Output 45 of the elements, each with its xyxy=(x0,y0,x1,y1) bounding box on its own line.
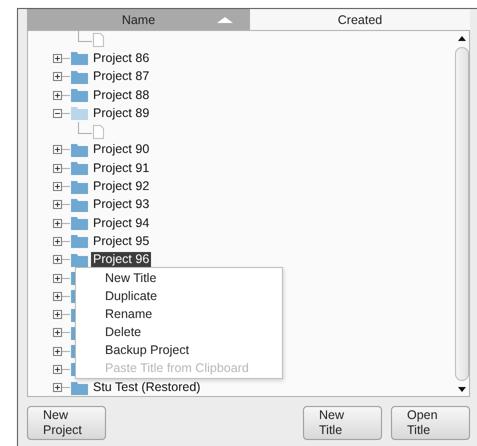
tree-connector-line xyxy=(78,122,92,134)
expand-icon[interactable] xyxy=(53,255,62,264)
column-header[interactable]: Name xyxy=(27,9,250,30)
project-name[interactable]: Project 91 xyxy=(91,160,152,176)
expand-icon[interactable] xyxy=(53,236,62,246)
column-header[interactable]: Created xyxy=(250,9,470,30)
scroll-up-icon[interactable] xyxy=(458,36,466,41)
expand-icon[interactable] xyxy=(53,346,62,356)
expand-icon[interactable] xyxy=(53,182,62,192)
expand-icon[interactable] xyxy=(53,145,62,154)
project-name[interactable]: Project 96 xyxy=(91,252,152,268)
project-name[interactable]: Stu Test (Restored) xyxy=(91,380,202,396)
expand-icon[interactable] xyxy=(53,364,62,374)
expand-icon[interactable] xyxy=(53,310,62,320)
project-name[interactable]: Project 86 xyxy=(91,50,152,66)
scroll-down-icon[interactable] xyxy=(458,387,466,392)
expand-icon[interactable] xyxy=(53,218,62,228)
menu-item[interactable]: New Title xyxy=(76,269,282,287)
project-name[interactable]: Project 92 xyxy=(91,179,152,194)
project-name[interactable]: Project 90 xyxy=(91,142,152,158)
expand-icon[interactable] xyxy=(53,274,62,282)
project-name[interactable]: Project 94 xyxy=(91,216,152,231)
expand-icon[interactable] xyxy=(53,328,62,338)
project-name[interactable]: Project 95 xyxy=(91,234,152,249)
expand-icon[interactable] xyxy=(53,72,62,82)
expand-icon[interactable] xyxy=(53,54,62,63)
project-name[interactable]: Project 89 xyxy=(91,106,152,121)
menu-item[interactable]: Duplicate xyxy=(76,287,282,305)
title-button[interactable]: New Title xyxy=(303,406,382,440)
expand-icon[interactable] xyxy=(53,164,62,173)
sort-ascending-icon xyxy=(217,17,233,23)
expand-icon[interactable] xyxy=(53,90,62,100)
expand-icon[interactable] xyxy=(53,383,62,392)
project-name[interactable]: Project 87 xyxy=(91,69,152,84)
expand-icon[interactable] xyxy=(53,292,62,301)
project-name[interactable]: Project 88 xyxy=(91,88,152,103)
folder-icon[interactable] xyxy=(71,252,88,267)
project-name[interactable]: Project 93 xyxy=(91,197,152,212)
menu-item[interactable]: Delete xyxy=(76,323,282,341)
menu-item[interactable]: Rename xyxy=(76,305,282,323)
title-button[interactable]: Open Title xyxy=(391,406,470,440)
new-project-button[interactable]: New Project xyxy=(27,406,106,440)
menu-item[interactable]: Backup Project xyxy=(76,341,282,359)
expand-icon[interactable] xyxy=(53,200,62,210)
collapse-icon[interactable] xyxy=(53,108,62,118)
